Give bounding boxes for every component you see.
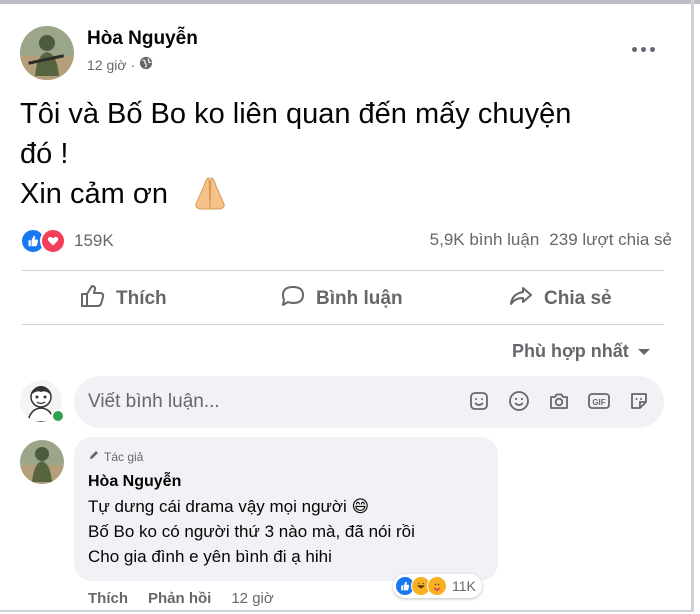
composer-tools: GIF (466, 388, 652, 414)
meta-separator: · (130, 56, 136, 73)
thumbs-up-icon (80, 284, 106, 314)
comment-author[interactable]: Hòa Nguyễn (88, 473, 181, 491)
camera-icon[interactable] (546, 388, 572, 414)
like-button[interactable]: Thích (80, 284, 167, 314)
comment-reactions[interactable]: 11K (393, 574, 482, 598)
like-label: Thích (116, 288, 167, 309)
post-text-line3: Xin cảm ơn (20, 178, 168, 210)
reaction-summary[interactable]: 159K (20, 228, 114, 254)
share-button[interactable]: Chia sẻ (508, 284, 612, 314)
reaction-count: 159K (74, 231, 114, 250)
comment-actions: Thích Phản hồi 12 giờ (88, 590, 274, 607)
post-body: Tôi và Bố Bo ko liên quan đến mấy chuyện… (20, 94, 680, 214)
author-badge: Tác giả (88, 449, 143, 464)
more-options-button[interactable] (628, 36, 658, 62)
dot (631, 46, 637, 52)
author-name[interactable]: Hòa Nguyễn (87, 28, 198, 50)
care-reaction-icon (427, 576, 447, 596)
post-meta: 12 giờ · (87, 56, 153, 73)
globe-icon (139, 56, 153, 73)
comment-line3: Cho gia đình e yên bình đi ạ hihi (88, 547, 332, 566)
post-stats: 5,9K bình luận 239 lượt chia sẻ (430, 230, 672, 250)
comment-reply-link[interactable]: Phản hồi (148, 590, 211, 607)
sort-label: Phù hợp nhất (512, 341, 629, 361)
comment-input[interactable] (88, 390, 458, 414)
comment-like-link[interactable]: Thích (88, 590, 128, 607)
dot (649, 46, 655, 52)
sticker-icon[interactable] (466, 388, 492, 414)
caret-down-icon (637, 341, 651, 362)
commenter-avatar[interactable] (20, 440, 64, 484)
comment-line2: Bố Bo ko có người thứ 3 nào mà, đã nói r… (88, 522, 415, 541)
comment-button[interactable]: Bình luận (280, 284, 403, 314)
comment-sort-dropdown[interactable]: Phù hợp nhất (512, 341, 651, 362)
svg-text:GIF: GIF (592, 398, 605, 407)
divider (22, 324, 664, 325)
comment-reaction-count: 11K (452, 578, 476, 594)
share-label: Chia sẻ (544, 288, 612, 309)
share-count[interactable]: 239 lượt chia sẻ (549, 230, 672, 250)
dot (640, 46, 646, 52)
comment-bubble: Tác giả Hòa Nguyễn Tự dưng cái drama vậy… (74, 437, 498, 581)
avatar-sticker-icon[interactable] (626, 388, 652, 414)
comment-count[interactable]: 5,9K bình luận (430, 230, 540, 250)
love-reaction-icon (40, 228, 66, 254)
comment-label: Bình luận (316, 288, 403, 309)
comment-icon (280, 284, 306, 314)
post-text-line1: Tôi và Bố Bo ko liên quan đến mấy chuyện (20, 98, 572, 130)
pencil-icon (88, 449, 100, 464)
emoji-icon[interactable] (506, 388, 532, 414)
post-time[interactable]: 12 giờ (87, 57, 127, 73)
folded-hands-emoji-icon (190, 174, 230, 217)
comment-line1: Tự dưng cái drama vậy mọi người 😄 (88, 497, 370, 516)
gif-icon[interactable]: GIF (586, 388, 612, 414)
author-avatar[interactable] (20, 26, 74, 80)
post-text-line2: đó ! (20, 138, 69, 170)
badge-label: Tác giả (104, 449, 144, 464)
comment-composer[interactable]: GIF (74, 376, 664, 428)
comment-time[interactable]: 12 giờ (231, 590, 273, 607)
divider (22, 270, 664, 271)
online-status-dot (51, 409, 65, 423)
share-icon (508, 284, 534, 314)
